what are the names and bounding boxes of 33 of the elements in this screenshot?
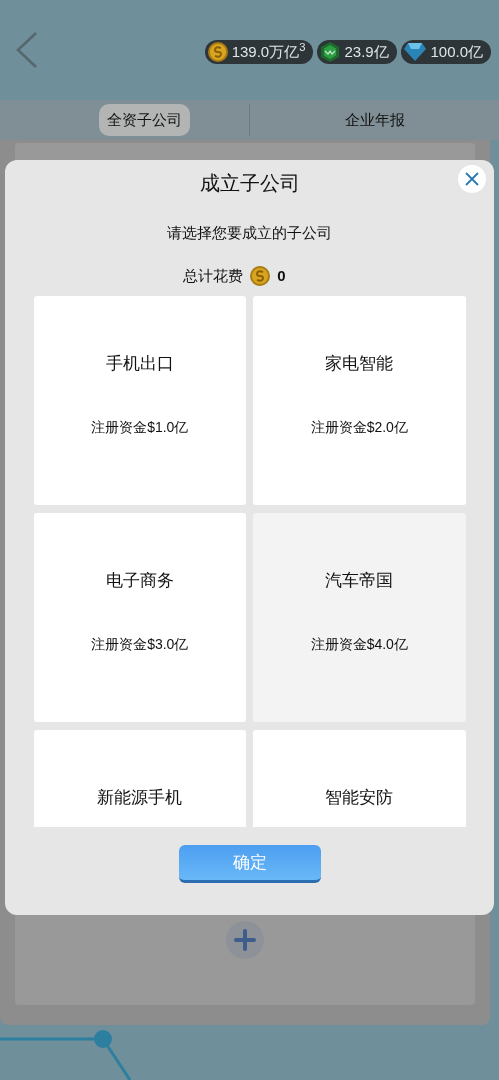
add-button[interactable]	[226, 921, 264, 959]
tab[interactable]: 企业年报	[336, 103, 413, 137]
currency-counter: 139.0万亿$^{3}$	[204, 40, 314, 64]
company-name: 电子商务	[105, 570, 174, 592]
company-option-card[interactable]: 家电智能 注册资金$2.0亿	[253, 296, 466, 505]
company-name: 家电智能	[325, 353, 394, 375]
registered-capital: 注册资金$4.0亿	[310, 634, 408, 654]
registered-capital: 注册资金$2.0亿	[310, 417, 408, 437]
hexagon-gem-icon	[319, 41, 342, 63]
currency-counter: 23.9亿	[317, 40, 398, 64]
company-name: 智能安防	[325, 787, 394, 809]
company-name: 手机出口	[105, 353, 174, 375]
company-name: 新能源手机	[97, 787, 183, 809]
registered-capital: 注册资金$3.0亿	[91, 634, 189, 654]
close-icon	[464, 171, 480, 187]
currency-counter: 100.0亿	[401, 40, 491, 64]
company-option-card[interactable]: 汽车帝国 注册资金$4.0亿	[253, 513, 466, 722]
dialog-title: 成立子公司	[199, 171, 300, 196]
prompt-text: 请选择您要成立的子公司	[167, 223, 332, 243]
company-option-card[interactable]: 智能安防	[253, 730, 466, 827]
company-option-card[interactable]: 电子商务 注册资金$3.0亿	[33, 513, 246, 722]
company-option-card[interactable]: 新能源手机	[33, 730, 246, 827]
total-cost-value: 0	[277, 265, 286, 286]
total-cost-label: 总计花费	[183, 265, 244, 286]
coin-icon	[206, 41, 229, 63]
tab[interactable]: 全资子公司	[99, 103, 190, 137]
plus-icon	[234, 929, 256, 951]
close-button[interactable]	[458, 165, 486, 193]
company-name: 汽车帝国	[325, 570, 394, 592]
coin-icon	[249, 264, 272, 287]
diamond-icon	[403, 42, 428, 62]
registered-capital: 注册资金$1.0亿	[91, 417, 189, 437]
company-option-card[interactable]: 手机出口 注册资金$1.0亿	[33, 296, 246, 505]
